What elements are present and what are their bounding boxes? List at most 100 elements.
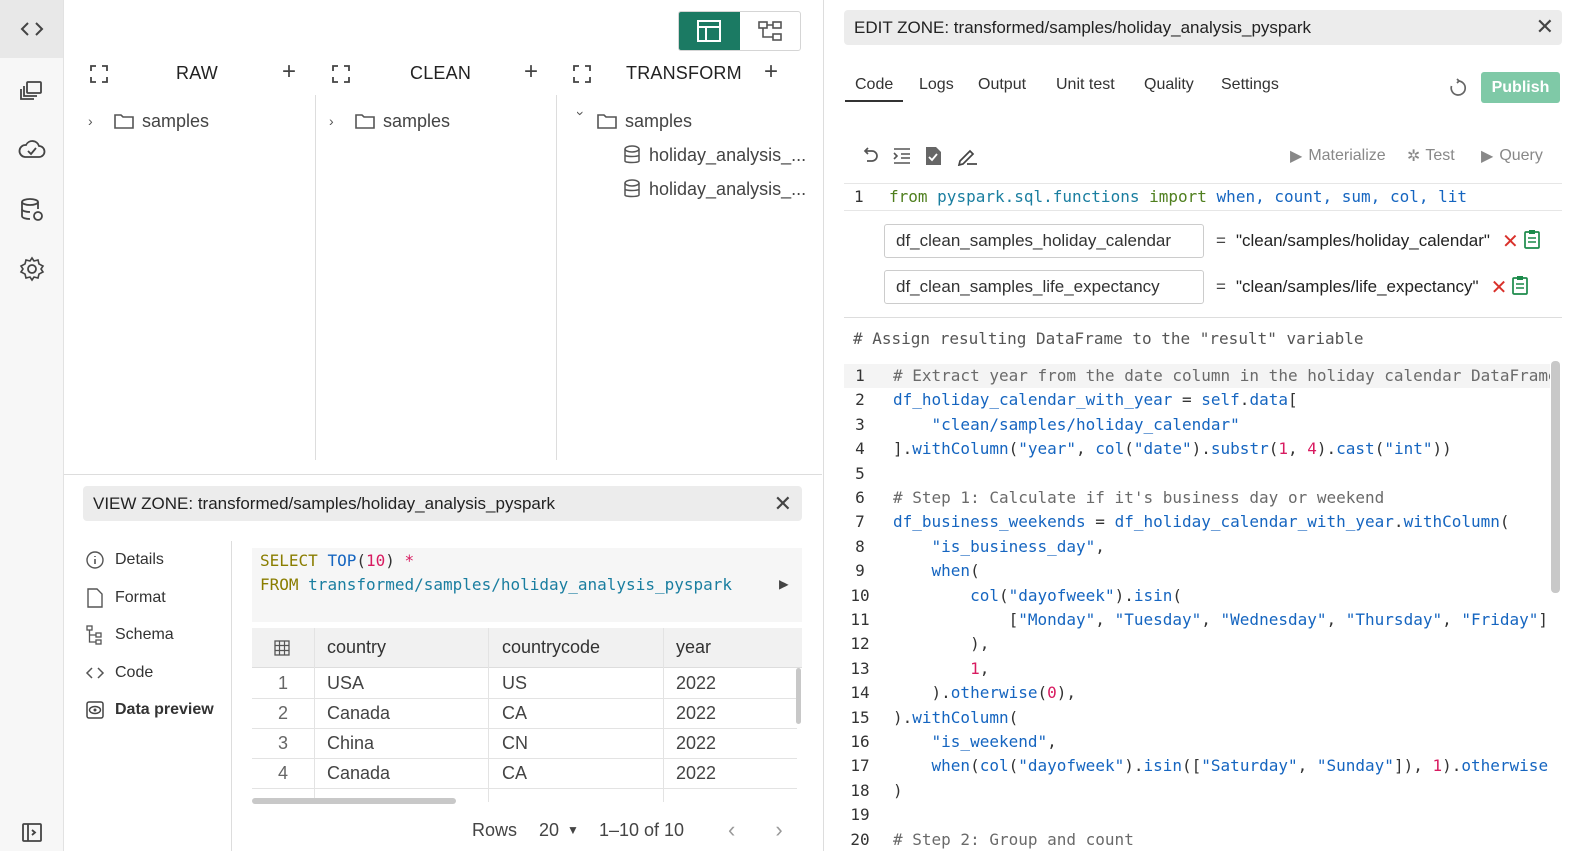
- nav-label: Format: [115, 589, 166, 606]
- column-header-year[interactable]: year: [676, 628, 711, 667]
- code-text: ["Monday", "Tuesday", "Wednesday", "Thur…: [893, 610, 1549, 629]
- code-text: # Extract year from the date column in t…: [893, 366, 1550, 385]
- column-divider: [315, 95, 316, 460]
- tab-output[interactable]: Output: [978, 76, 1026, 102]
- table-row[interactable]: 3 China CN 2022: [252, 729, 797, 759]
- materialize-button[interactable]: ▶ Materialize: [1290, 146, 1386, 166]
- tab-quality[interactable]: Quality: [1144, 76, 1194, 102]
- pipelines-icon[interactable]: [0, 62, 63, 120]
- tree-item-raw-samples[interactable]: › samples: [88, 108, 209, 134]
- vertical-scrollbar[interactable]: [796, 668, 801, 724]
- reset-icon[interactable]: [1448, 78, 1468, 103]
- nav-details[interactable]: Details: [85, 547, 164, 573]
- clipboard-icon[interactable]: [1523, 229, 1541, 254]
- code-scrollbar[interactable]: [1551, 361, 1560, 593]
- column-title-clean: CLEAN: [410, 62, 472, 83]
- close-icon[interactable]: ✕: [774, 491, 792, 517]
- code-icon[interactable]: [0, 0, 63, 58]
- table-row[interactable]: 1 USA US 2022: [252, 669, 797, 699]
- nav-data-preview[interactable]: Data preview: [85, 697, 214, 723]
- edit-zone-panel: EDIT ZONE: transformed/samples/holiday_a…: [823, 0, 1571, 851]
- tab-logs[interactable]: Logs: [919, 76, 954, 102]
- input-name-field[interactable]: df_clean_samples_life_expectancy: [884, 270, 1204, 304]
- table-view-button[interactable]: [679, 12, 740, 50]
- database-icon: [623, 145, 641, 165]
- code-line[interactable]: 20 # Step 2: Group and count: [844, 828, 1550, 851]
- query-button[interactable]: ▶ Query: [1481, 146, 1543, 166]
- nav-format[interactable]: Format: [85, 585, 166, 611]
- horizontal-scrollbar[interactable]: [252, 798, 456, 804]
- tree-item-transform-samples[interactable]: › samples: [571, 108, 692, 134]
- test-button[interactable]: ✲ Test: [1407, 146, 1455, 166]
- prev-page-button[interactable]: ‹: [728, 817, 735, 843]
- clipboard-icon[interactable]: [1511, 275, 1529, 300]
- code-line[interactable]: 19: [844, 803, 1550, 827]
- expand-icon[interactable]: [573, 65, 591, 88]
- sidebar-toggle-icon[interactable]: [0, 803, 63, 861]
- code-editor[interactable]: 1 # Extract year from the date column in …: [844, 363, 1550, 851]
- database-settings-icon[interactable]: [0, 181, 63, 239]
- input-row: df_clean_samples_holiday_calendar = "cle…: [884, 224, 1541, 258]
- code-line[interactable]: 13 1,: [844, 657, 1550, 681]
- code-line[interactable]: 6 # Step 1: Calculate if it's business da…: [844, 486, 1550, 510]
- code-line[interactable]: 10 col("dayofweek").isin(: [844, 584, 1550, 608]
- gear-icon[interactable]: [0, 240, 63, 298]
- code-line[interactable]: 11 ["Monday", "Tuesday", "Wednesday", "T…: [844, 608, 1550, 632]
- page-size-select[interactable]: 20 ▼: [539, 820, 579, 841]
- tab-settings[interactable]: Settings: [1221, 76, 1279, 102]
- nav-schema[interactable]: Schema: [85, 622, 174, 648]
- add-raw-button[interactable]: +: [282, 60, 296, 84]
- publish-button[interactable]: Publish: [1481, 72, 1560, 103]
- add-transform-button[interactable]: +: [764, 60, 778, 84]
- code-line[interactable]: 17 when(col("dayofweek").isin(["Saturday…: [844, 754, 1550, 778]
- remove-icon[interactable]: ✕: [1491, 275, 1508, 300]
- cell-countrycode: CN: [502, 733, 528, 753]
- column-header-country[interactable]: country: [327, 628, 386, 667]
- remove-icon[interactable]: ✕: [1502, 229, 1519, 254]
- code-line[interactable]: 3 "clean/samples/holiday_calendar": [844, 413, 1550, 437]
- tab-unit-test[interactable]: Unit test: [1056, 76, 1115, 102]
- code-line[interactable]: 7 df_business_weekends = df_holiday_calen…: [844, 510, 1550, 534]
- chevron-right-icon[interactable]: ›: [329, 113, 349, 129]
- import-editor[interactable]: 1 from pyspark.sql.functions import when…: [844, 183, 1562, 211]
- tree-item-dataset[interactable]: holiday_analysis_...: [617, 176, 806, 202]
- code-line[interactable]: 4].withColumn("year", col("date").substr…: [844, 437, 1550, 461]
- code-line[interactable]: 14 ).otherwise(0),: [844, 681, 1550, 705]
- chevron-down-icon[interactable]: ›: [573, 111, 589, 131]
- code-line[interactable]: 5: [844, 462, 1550, 486]
- tree-item-clean-samples[interactable]: › samples: [329, 108, 450, 134]
- code-line[interactable]: 16 "is_weekend",: [844, 730, 1550, 754]
- tab-code[interactable]: Code: [845, 76, 904, 102]
- sql-editor[interactable]: SELECT TOP(10) * FROM transformed/sample…: [252, 548, 802, 622]
- indent-icon[interactable]: [892, 146, 912, 171]
- code-line[interactable]: 12 ),: [844, 632, 1550, 656]
- lineage-view-button[interactable]: [740, 12, 801, 50]
- nav-code[interactable]: Code: [85, 660, 153, 686]
- next-page-button[interactable]: ›: [775, 817, 782, 843]
- code-line[interactable]: 15).withColumn(: [844, 706, 1550, 730]
- input-name-field[interactable]: df_clean_samples_holiday_calendar: [884, 224, 1204, 258]
- run-query-button[interactable]: ▶: [779, 574, 789, 593]
- table-row[interactable]: 4 Canada CA 2022: [252, 759, 797, 789]
- expand-icon[interactable]: [332, 65, 350, 88]
- code-text: "is_business_day",: [931, 536, 1105, 556]
- chevron-right-icon[interactable]: ›: [88, 113, 108, 129]
- cloud-check-icon[interactable]: [0, 121, 63, 179]
- expand-icon[interactable]: [90, 65, 108, 88]
- add-clean-button[interactable]: +: [524, 60, 538, 84]
- code-line[interactable]: 2 df_holiday_calendar_with_year = self.da…: [844, 388, 1550, 412]
- table-row[interactable]: 2 Canada CA 2022: [252, 699, 797, 729]
- code-line[interactable]: 18): [844, 779, 1550, 803]
- tree-item-dataset[interactable]: holiday_analysis_...: [617, 142, 806, 168]
- cell-year: 2022: [676, 673, 717, 693]
- file-check-icon[interactable]: [925, 146, 943, 171]
- action-label: Materialize: [1308, 147, 1386, 164]
- code-line[interactable]: 9 when(: [844, 559, 1550, 583]
- edit-icon[interactable]: [957, 146, 979, 171]
- code-line[interactable]: 8 "is_business_day",: [844, 535, 1550, 559]
- column-header-countrycode[interactable]: countrycode: [502, 628, 600, 667]
- close-icon[interactable]: ✕: [1536, 14, 1554, 40]
- code-text: "is_weekend",: [931, 732, 1057, 751]
- code-line[interactable]: 1 # Extract year from the date column in …: [844, 364, 1550, 388]
- undo-icon[interactable]: [861, 146, 879, 171]
